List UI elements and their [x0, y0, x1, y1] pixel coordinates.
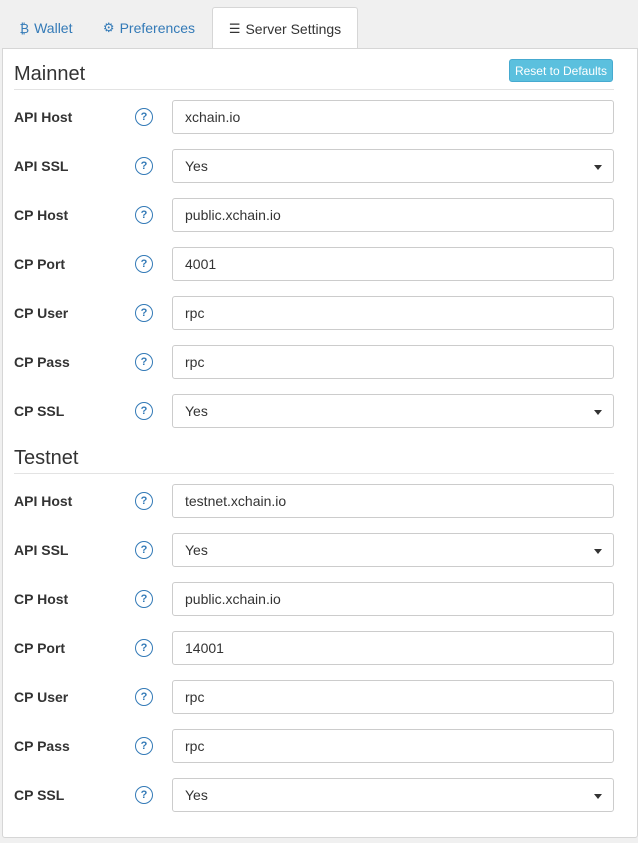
cp-user-input[interactable]: rpc: [172, 296, 614, 330]
cp-ssl-value: Yes: [185, 787, 208, 803]
cp-port-value: 4001: [185, 256, 217, 272]
reset-to-defaults-button[interactable]: Reset to Defaults: [509, 59, 613, 82]
cp-ssl-select[interactable]: Yes: [172, 778, 614, 812]
tab-preferences-label: Preferences: [119, 20, 196, 36]
caret-down-icon: [594, 165, 602, 170]
api-ssl-value: Yes: [185, 542, 208, 558]
cp-user-label: CP User: [14, 689, 69, 705]
testnet-divider: [14, 473, 614, 474]
cp-pass-value: rpc: [185, 354, 205, 370]
server-list-icon: ☰: [228, 20, 241, 36]
mainnet-row-api-host: API Host? xchain.io: [3, 100, 638, 134]
cp-pass-label: CP Pass: [14, 738, 70, 754]
cp-host-label: CP Host: [14, 591, 69, 607]
api-ssl-value: Yes: [185, 158, 208, 174]
api-host-input[interactable]: testnet.xchain.io: [172, 484, 614, 518]
cp-pass-input[interactable]: rpc: [172, 729, 614, 763]
cp-pass-value: rpc: [185, 738, 205, 754]
cp-port-label: CP Port: [14, 640, 66, 656]
testnet-row-cp-host: CP Host? public.xchain.io: [3, 582, 638, 616]
cp-user-input[interactable]: rpc: [172, 680, 614, 714]
cp-port-input[interactable]: 14001: [172, 631, 614, 665]
cp-host-value: public.xchain.io: [185, 207, 281, 223]
caret-down-icon: [594, 794, 602, 799]
mainnet-row-cp-user: CP User? rpc: [3, 296, 638, 330]
mainnet-title: Mainnet: [14, 63, 86, 85]
api-host-input[interactable]: xchain.io: [172, 100, 614, 134]
api-ssl-select[interactable]: Yes: [172, 149, 614, 183]
gear-icon: ⚙: [102, 20, 115, 35]
caret-down-icon: [594, 549, 602, 554]
help-icon[interactable]: ?: [135, 590, 153, 608]
testnet-row-api-host: API Host? testnet.xchain.io: [3, 484, 638, 518]
cp-ssl-value: Yes: [185, 403, 208, 419]
cp-host-value: public.xchain.io: [185, 591, 281, 607]
api-ssl-select[interactable]: Yes: [172, 533, 614, 567]
caret-down-icon: [594, 410, 602, 415]
help-icon[interactable]: ?: [135, 639, 153, 657]
cp-host-input[interactable]: public.xchain.io: [172, 582, 614, 616]
help-icon[interactable]: ?: [135, 108, 153, 126]
cp-ssl-select[interactable]: Yes: [172, 394, 614, 428]
help-icon[interactable]: ?: [135, 255, 153, 273]
api-host-label: API Host: [14, 493, 73, 509]
server-settings-panel: Mainnet Reset to Defaults API Host? xchai…: [2, 48, 638, 838]
cp-port-input[interactable]: 4001: [172, 247, 614, 281]
tab-server-settings[interactable]: ☰ Server Settings: [212, 7, 358, 49]
help-icon[interactable]: ?: [135, 304, 153, 322]
testnet-row-cp-port: CP Port? 14001: [3, 631, 638, 665]
help-icon[interactable]: ?: [135, 541, 153, 559]
api-host-label: API Host: [14, 109, 73, 125]
cp-pass-label: CP Pass: [14, 354, 70, 370]
testnet-row-cp-user: CP User? rpc: [3, 680, 638, 714]
api-ssl-label: API SSL: [14, 542, 69, 558]
help-icon[interactable]: ?: [135, 157, 153, 175]
help-icon[interactable]: ?: [135, 206, 153, 224]
tab-server-settings-label: Server Settings: [245, 20, 342, 37]
mainnet-row-cp-ssl: CP SSL? Yes: [3, 394, 638, 428]
help-icon[interactable]: ?: [135, 786, 153, 804]
cp-port-value: 14001: [185, 640, 224, 656]
api-host-value: xchain.io: [185, 109, 241, 125]
mainnet-row-api-ssl: API SSL? Yes: [3, 149, 638, 183]
mainnet-row-cp-port: CP Port? 4001: [3, 247, 638, 281]
help-icon[interactable]: ?: [135, 737, 153, 755]
tab-preferences[interactable]: ⚙ Preferences: [96, 8, 202, 48]
cp-host-input[interactable]: public.xchain.io: [172, 198, 614, 232]
bitcoin-icon: ₿: [19, 20, 30, 36]
cp-user-value: rpc: [185, 305, 205, 321]
cp-user-value: rpc: [185, 689, 205, 705]
cp-port-label: CP Port: [14, 256, 66, 272]
help-icon[interactable]: ?: [135, 353, 153, 371]
mainnet-row-cp-pass: CP Pass? rpc: [3, 345, 638, 379]
cp-user-label: CP User: [14, 305, 69, 321]
api-host-value: testnet.xchain.io: [185, 493, 287, 509]
testnet-row-api-ssl: API SSL? Yes: [3, 533, 638, 567]
tab-bar: ₿ Wallet ⚙ Preferences ☰ Server Settings: [0, 0, 638, 49]
api-ssl-label: API SSL: [14, 158, 69, 174]
testnet-title: Testnet: [14, 447, 79, 469]
help-icon[interactable]: ?: [135, 402, 153, 420]
cp-ssl-label: CP SSL: [14, 403, 65, 419]
cp-host-label: CP Host: [14, 207, 69, 223]
testnet-row-cp-pass: CP Pass? rpc: [3, 729, 638, 763]
help-icon[interactable]: ?: [135, 492, 153, 510]
cp-pass-input[interactable]: rpc: [172, 345, 614, 379]
help-icon[interactable]: ?: [135, 688, 153, 706]
mainnet-divider: [14, 89, 614, 90]
tab-wallet-label: Wallet: [34, 20, 73, 36]
testnet-row-cp-ssl: CP SSL? Yes: [3, 778, 638, 812]
cp-ssl-label: CP SSL: [14, 787, 65, 803]
tab-wallet[interactable]: ₿ Wallet: [6, 8, 86, 48]
mainnet-row-cp-host: CP Host? public.xchain.io: [3, 198, 638, 232]
